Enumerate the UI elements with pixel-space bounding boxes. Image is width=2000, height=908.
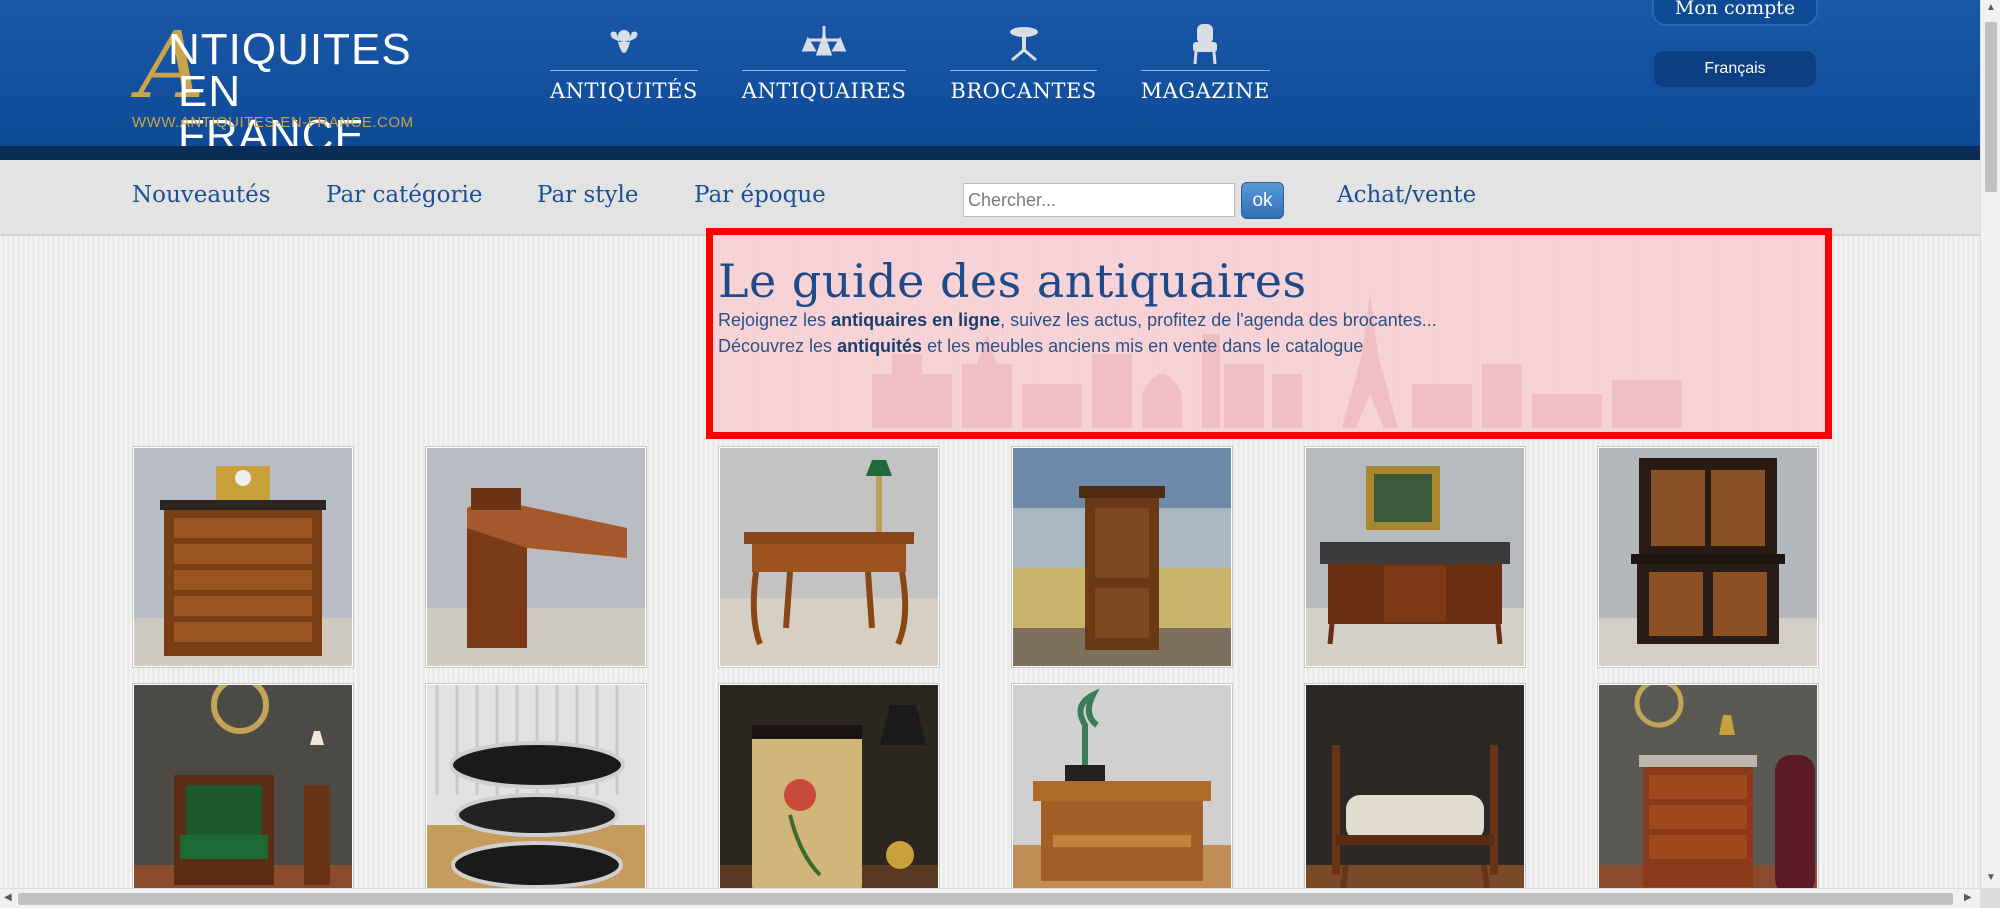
sub-nav: Nouveautés Par catégorie Par style Par é…	[0, 160, 1980, 236]
nav-magazine[interactable]: MAGAZINE	[1140, 22, 1270, 112]
hero-line2: Découvrez les antiquités et les meubles …	[718, 336, 1363, 357]
page: A NTIQUITES EN FRANCE WWW.ANTIQUITES-EN-…	[0, 0, 1980, 888]
logo-url: WWW.ANTIQUITES-EN-FRANCE.COM	[132, 114, 414, 131]
subnav-buy-sell[interactable]: Achat/vente	[1337, 182, 1476, 208]
nav-divider	[1140, 70, 1270, 71]
language-selector[interactable]: Français	[1654, 51, 1816, 87]
product-thumbnail[interactable]	[132, 446, 354, 668]
product-thumbnail[interactable]	[1011, 683, 1233, 888]
product-thumbnail[interactable]	[718, 446, 940, 668]
horizontal-scrollbar[interactable]: ◀ ▶	[0, 888, 1980, 908]
hero-line2-text: et les meubles anciens mis en vente dans…	[922, 336, 1364, 356]
link-online-dealers[interactable]: antiquaires en ligne	[831, 310, 1000, 330]
product-thumbnail[interactable]	[425, 446, 647, 668]
nav-divider	[741, 70, 907, 71]
product-thumbnail[interactable]	[132, 683, 354, 888]
subnav-category[interactable]: Par catégorie	[326, 182, 482, 208]
logo-line1: NTIQUITES	[168, 25, 412, 74]
hero-banner: Le guide des antiquaires Rejoignez les a…	[710, 232, 1830, 435]
scroll-right-icon[interactable]: ▶	[1964, 893, 1972, 903]
nav-antiquaires[interactable]: ANTIQUAIRES	[741, 22, 907, 112]
scroll-down-icon[interactable]: ▼	[1986, 873, 1996, 883]
account-button[interactable]: Mon compte	[1652, 0, 1818, 26]
subnav-style[interactable]: Par style	[537, 182, 638, 208]
link-antiques[interactable]: antiquités	[837, 336, 922, 356]
hero-line1: Rejoignez les antiquaires en ligne, suiv…	[718, 310, 1437, 331]
hero-line2-text: Découvrez les	[718, 336, 838, 356]
nav-brocantes[interactable]: BROCANTES	[950, 22, 1097, 112]
nav-antiquites[interactable]: ANTIQUITÉS	[550, 22, 698, 112]
vertical-scrollbar[interactable]: ▲ ▼	[1980, 0, 2000, 888]
armchair-icon	[1175, 22, 1235, 66]
chandelier-icon	[794, 22, 854, 66]
nav-divider	[550, 70, 698, 71]
product-thumbnail[interactable]	[718, 683, 940, 888]
site-header: A NTIQUITES EN FRANCE WWW.ANTIQUITES-EN-…	[0, 0, 1980, 158]
nav-label: MAGAZINE	[1140, 79, 1270, 103]
vertical-scroll-thumb[interactable]	[1985, 22, 1997, 192]
nav-label: ANTIQUITÉS	[550, 79, 698, 103]
nav-label: ANTIQUAIRES	[741, 79, 907, 103]
search-input[interactable]	[963, 183, 1235, 217]
main-nav: ANTIQUITÉS ANTIQUAIRES BROCANTES MAGAZIN…	[550, 22, 1270, 112]
search-button[interactable]: ok	[1241, 182, 1284, 219]
scroll-up-icon[interactable]: ▲	[1986, 3, 1996, 13]
scroll-left-icon[interactable]: ◀	[4, 893, 12, 903]
scrollbar-corner	[1980, 888, 2000, 908]
pedestal-table-icon	[994, 22, 1054, 66]
product-thumbnail[interactable]	[425, 683, 647, 888]
hero-line1-text: Rejoignez les	[718, 310, 832, 330]
hero-title: Le guide des antiquaires	[718, 254, 1307, 308]
hero-line1-text: , suivez les actus, profitez de l'agenda…	[1000, 310, 1437, 330]
nav-label: BROCANTES	[950, 79, 1097, 103]
site-logo[interactable]: A NTIQUITES EN FRANCE WWW.ANTIQUITES-EN-…	[130, 20, 440, 158]
product-thumbnail[interactable]	[1011, 446, 1233, 668]
product-thumbnail[interactable]	[1597, 683, 1819, 888]
subnav-era[interactable]: Par époque	[694, 182, 826, 208]
nav-divider	[950, 70, 1097, 71]
product-thumbnail[interactable]	[1304, 683, 1526, 888]
horizontal-scroll-thumb[interactable]	[18, 893, 1953, 905]
product-thumbnail[interactable]	[1597, 446, 1819, 668]
header-stripe	[0, 146, 1980, 160]
subnav-new[interactable]: Nouveautés	[132, 182, 271, 208]
cherub-icon	[594, 22, 654, 66]
product-thumbnail[interactable]	[1304, 446, 1526, 668]
